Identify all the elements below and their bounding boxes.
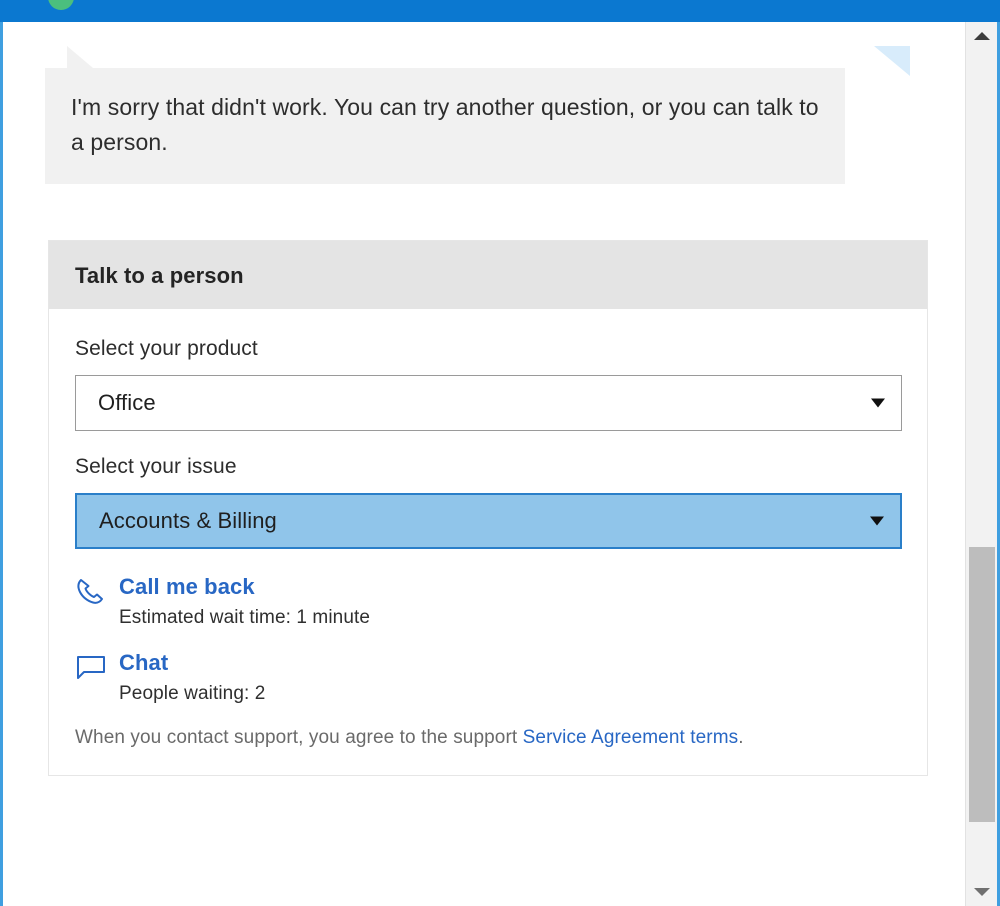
contact-option-call-me-back[interactable]: Call me back Estimated wait time: 1 minu… [75, 573, 902, 629]
title-bar [0, 0, 1000, 22]
issue-select[interactable]: Accounts & Billing [75, 493, 902, 549]
chat-people-waiting: People waiting: 2 [119, 683, 265, 705]
bot-message-bubble: I'm sorry that didn't work. You can try … [45, 68, 845, 184]
legal-prefix-text: When you contact support, you agree to t… [75, 727, 523, 748]
scroll-down-glyph [974, 888, 990, 896]
call-me-back-wait-time: Estimated wait time: 1 minute [119, 607, 370, 629]
chat-bubble-icon [75, 649, 119, 683]
scroll-up-arrow-icon[interactable] [966, 22, 997, 50]
contact-options-list: Call me back Estimated wait time: 1 minu… [75, 573, 902, 705]
phone-icon [75, 573, 119, 607]
call-me-back-text: Call me back Estimated wait time: 1 minu… [119, 573, 370, 629]
user-message-tail [874, 46, 910, 76]
legal-suffix-text: . [738, 727, 743, 748]
bot-message: I'm sorry that didn't work. You can try … [45, 68, 845, 184]
chat-text: Chat People waiting: 2 [119, 649, 265, 705]
scroll-down-arrow-icon[interactable] [966, 878, 997, 906]
talk-to-a-person-title: Talk to a person [75, 263, 901, 289]
bot-message-tail [67, 46, 93, 68]
vertical-scrollbar[interactable] [965, 22, 997, 906]
issue-select-value: Accounts & Billing [77, 508, 277, 534]
chat-support-window: I'm sorry that didn't work. You can try … [0, 0, 1000, 906]
content-viewport: I'm sorry that didn't work. You can try … [3, 22, 965, 906]
product-field-label: Select your product [75, 337, 902, 361]
legal-disclaimer: When you contact support, you agree to t… [75, 727, 902, 749]
bot-message-text: I'm sorry that didn't work. You can try … [71, 90, 819, 160]
service-agreement-link[interactable]: Service Agreement terms [523, 727, 739, 748]
chevron-down-icon [871, 399, 885, 408]
call-me-back-link[interactable]: Call me back [119, 573, 370, 601]
agent-avatar [48, 0, 74, 10]
scrollbar-thumb[interactable] [969, 547, 995, 822]
product-select[interactable]: Office [75, 375, 902, 431]
talk-to-a-person-header: Talk to a person [49, 241, 927, 309]
talk-to-a-person-card: Talk to a person Select your product Off… [48, 240, 928, 776]
talk-to-a-person-body: Select your product Office Select your i… [49, 309, 927, 775]
chevron-down-icon [870, 517, 884, 526]
contact-option-chat[interactable]: Chat People waiting: 2 [75, 649, 902, 705]
scroll-up-glyph [974, 32, 990, 40]
issue-field-label: Select your issue [75, 455, 902, 479]
chat-link[interactable]: Chat [119, 649, 265, 677]
product-select-value: Office [76, 390, 156, 416]
